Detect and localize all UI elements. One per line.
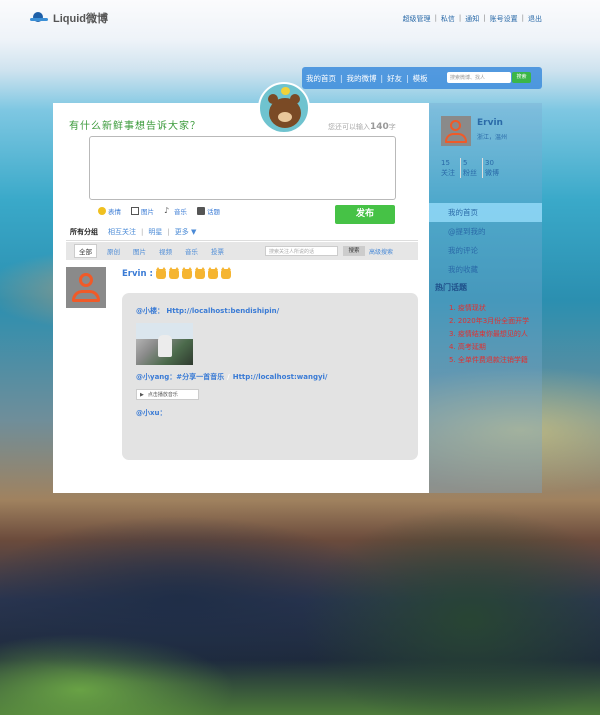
divider: [66, 240, 418, 241]
sidebar-location: 浙江，温州: [477, 134, 508, 141]
tab-all-groups[interactable]: 所有分组: [66, 227, 98, 237]
post-header: Ervin :: [122, 267, 231, 279]
filter-music[interactable]: 音乐: [185, 246, 198, 256]
divider: |: [406, 73, 409, 83]
char-counter: 您还可以输入140字: [328, 122, 396, 132]
post-author-name[interactable]: Ervin :: [122, 269, 153, 279]
repost-quote-box: @小楼： Http://localhost:bendishipin/ @小yan…: [122, 293, 418, 460]
nav-friends[interactable]: 好友: [387, 73, 402, 84]
music-tool[interactable]: ♪ 音乐: [164, 206, 187, 217]
sidebar: Ervin 浙江，温州 15 关注 5 粉丝 30 微博 我的首页 @提到我的 我的评…: [429, 103, 542, 493]
play-icon: ▶: [140, 391, 144, 398]
top-link-messages[interactable]: 私信: [441, 14, 455, 24]
divider: |: [380, 73, 384, 83]
publish-button[interactable]: 发布: [335, 205, 395, 224]
nav-search-button[interactable]: 搜索: [512, 72, 531, 83]
divider: |: [434, 14, 437, 22]
sidebar-menu: 我的首页 @提到我的 我的评论 我的收藏: [429, 203, 542, 279]
filter-search-input[interactable]: 搜索关注人所说的话: [265, 246, 338, 256]
tab-more[interactable]: 更多 ▼: [175, 227, 197, 237]
stat-posts[interactable]: 30 微博: [483, 158, 505, 178]
composer-tools: 表情 图片 ♪ 音乐 话题: [98, 206, 220, 216]
image-icon: [131, 207, 139, 215]
composer-prompt: 有什么新鲜事想告诉大家？: [69, 121, 201, 132]
filter-polls[interactable]: 投票: [211, 246, 224, 256]
smiley-icon: [98, 207, 106, 215]
divider: |: [141, 228, 144, 236]
logo-text: Liquid微博: [53, 13, 108, 25]
user-icon: [79, 273, 93, 287]
user-icon: [450, 120, 461, 131]
divider: |: [458, 14, 462, 22]
nav-templates[interactable]: 模板: [413, 73, 428, 84]
top-link-logout[interactable]: 退出: [528, 14, 542, 24]
logo-icon: [30, 12, 48, 24]
advanced-search-link[interactable]: 高级搜索: [369, 247, 393, 256]
sidebar-avatar[interactable]: [441, 116, 471, 146]
post-image[interactable]: [136, 323, 193, 365]
top-link-notifications[interactable]: 通知: [465, 14, 479, 24]
cat-emoji-icon: [155, 267, 166, 279]
divider: |: [521, 14, 524, 22]
filter-bar: 全部 原创 图片 视频 音乐 投票 搜索关注人所说的话 搜索 高级搜索: [66, 242, 418, 260]
group-tabs: 所有分组 相互关注 | 明星 | 更多 ▼: [66, 225, 418, 239]
nav-home[interactable]: 我的首页: [306, 73, 336, 84]
filter-search-button[interactable]: 搜索: [343, 246, 365, 256]
profile-stats: 15 关注 5 粉丝 30 微博: [439, 158, 505, 178]
chick-icon: [281, 87, 290, 95]
filter-video[interactable]: 视频: [159, 246, 172, 256]
image-tool[interactable]: 图片: [131, 206, 154, 216]
stat-following[interactable]: 15 关注: [439, 158, 461, 178]
hot-topic-item[interactable]: 4. 高考延期: [449, 341, 529, 354]
sidebar-item-favorites[interactable]: 我的收藏: [429, 260, 542, 279]
hot-topic-item[interactable]: 1. 疫情现状: [449, 302, 529, 315]
hot-topic-item[interactable]: 5. 全单件费退款注销学籍: [449, 354, 529, 367]
top-bar: Liquid微博 超级管理 | 私信 | 通知 | 账号设置 | 退出: [0, 0, 600, 36]
nav-search-input[interactable]: 搜索微博、找人: [447, 72, 511, 83]
sidebar-item-home[interactable]: 我的首页: [429, 203, 542, 222]
topic-tool[interactable]: 话题: [197, 206, 220, 216]
post-textarea[interactable]: [89, 136, 396, 200]
emoji-tool[interactable]: 表情: [98, 206, 121, 216]
hot-topic-item[interactable]: 3. 疫情结束你最想见的人: [449, 328, 529, 341]
top-link-admin[interactable]: 超级管理: [403, 14, 431, 24]
divider: |: [340, 73, 343, 83]
cat-emoji-icon: [207, 267, 218, 279]
hot-topics-list: 1. 疫情现状 2. 2020年3月份全面开学 3. 疫情结束你最想见的人 4.…: [449, 302, 529, 367]
music-note-icon: ♪: [164, 206, 170, 215]
play-music-button[interactable]: ▶ 点击播放音乐: [136, 389, 199, 400]
quote-line[interactable]: @小yang：#分享一首音乐 / Http://localhost:wangyi/: [136, 372, 327, 382]
hot-topics-title: 热门话题: [435, 283, 467, 292]
app-logo[interactable]: Liquid微博: [30, 10, 108, 26]
cat-emoji-icon: [168, 267, 179, 279]
top-links: 超级管理 | 私信 | 通知 | 账号设置 | 退出: [403, 14, 542, 24]
quote-line[interactable]: @小楼： Http://localhost:bendishipin/: [136, 306, 279, 316]
post-author-avatar[interactable]: [66, 267, 106, 308]
tab-mutual-follow[interactable]: 相互关注: [108, 227, 136, 237]
filter-images[interactable]: 图片: [133, 246, 146, 256]
filter-all[interactable]: 全部: [74, 244, 97, 258]
quote-line[interactable]: @小xu：: [136, 408, 167, 418]
divider: |: [167, 228, 170, 236]
main-nav: 我的首页 | 我的微博 | 好友 | 模板 搜索微博、找人 搜索: [302, 67, 542, 89]
cat-emoji-icon: [194, 267, 205, 279]
cat-emoji-icon: [181, 267, 192, 279]
topic-icon: [197, 207, 205, 215]
filter-original[interactable]: 原创: [107, 246, 120, 256]
nav-my-weibo[interactable]: 我的微博: [347, 73, 377, 84]
cat-emoji-icon: [220, 267, 231, 279]
stat-followers[interactable]: 5 粉丝: [461, 158, 483, 178]
hot-topic-item[interactable]: 2. 2020年3月份全面开学: [449, 315, 529, 328]
sidebar-item-mentions[interactable]: @提到我的: [429, 222, 542, 241]
top-link-account-settings[interactable]: 账号设置: [490, 14, 518, 24]
sidebar-item-comments[interactable]: 我的评论: [429, 241, 542, 260]
divider: |: [483, 14, 486, 22]
tab-celebrities[interactable]: 明星: [148, 227, 162, 237]
sidebar-username[interactable]: Ervin: [477, 118, 503, 128]
bear-mascot-avatar: [258, 82, 310, 134]
